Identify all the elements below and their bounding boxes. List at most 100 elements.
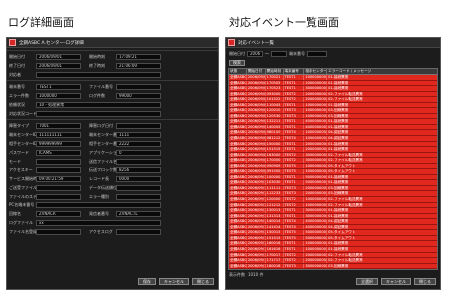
table-cell: TEST5: [284, 169, 305, 174]
filter-actions: 検索: [226, 59, 440, 68]
column-header[interactable]: 状態: [229, 69, 247, 74]
field-row: パスワード ICAMS アプリケーションID 0: [9, 149, 216, 157]
table-cell: 全鋼ASBC A: [230, 169, 247, 174]
field-value[interactable]: xx: [36, 220, 161, 227]
table-cell: 170021: [266, 75, 284, 80]
table-cell: 2006/09/08: [247, 152, 266, 158]
to-date-input[interactable]: [271, 50, 287, 57]
field-value[interactable]: 111111111: [36, 132, 81, 139]
field-value[interactable]: [36, 193, 81, 200]
field-value[interactable]: ZVNACR: [36, 211, 81, 218]
table-cell: 131313: [266, 213, 284, 219]
count-label: 表示件数: [229, 272, 245, 278]
field-label: サービス開始時刻: [9, 176, 41, 182]
field-value[interactable]: 2006/09/01: [36, 53, 81, 60]
table-cell: 全鋼ASBC A: [230, 108, 247, 113]
column-header[interactable]: 開始時刻: [266, 69, 284, 74]
field-value[interactable]: 0000: [116, 176, 161, 183]
field-label: エラー件数: [9, 93, 29, 99]
table-cell: TEST1: [284, 246, 305, 252]
field-value[interactable]: 17:09:21: [116, 53, 161, 60]
field-value[interactable]: 999999999: [36, 141, 81, 148]
column-header[interactable]: エラーコード / メッセージ: [327, 69, 437, 74]
table-cell: 全鋼ASBC A: [230, 158, 247, 163]
field-value[interactable]: TEST1: [36, 84, 81, 91]
from-date-input[interactable]: 2006: [247, 50, 263, 57]
field-value[interactable]: 8256: [116, 167, 161, 174]
field-value[interactable]: [36, 167, 81, 174]
field-value[interactable]: ZVNACTL: [116, 211, 161, 218]
column-header[interactable]: 端末番号: [284, 69, 305, 74]
table-cell: 2006/09/04: [247, 113, 266, 119]
field-value[interactable]: [116, 158, 161, 165]
table-row[interactable]: 全鋼ASBC A2006/09/18180018TEST330000000003…: [229, 263, 437, 270]
search-button[interactable]: 検索: [229, 59, 245, 66]
field-row: 障害タイプ T001 障害ログ日付: [9, 123, 216, 131]
terminal-filter-input[interactable]: [307, 50, 327, 57]
column-header[interactable]: 開始日付: [247, 69, 266, 74]
table-cell: 2006/09/05: [247, 124, 266, 130]
select-all-button[interactable]: 全選択: [356, 278, 378, 285]
table-cell: 100000000: [305, 202, 328, 208]
field-row: エラー件数 1000000 ログ件数 99000: [9, 92, 216, 100]
table-cell: 161616: [266, 246, 284, 252]
column-header[interactable]: 相手センター: [304, 69, 328, 74]
table-cell: 04-認証異常: [328, 224, 349, 229]
close-button[interactable]: 閉じる: [414, 278, 436, 285]
field-value[interactable]: [116, 184, 161, 191]
table-cell: 500000000: [305, 174, 328, 180]
cancel-button[interactable]: キャンセル: [159, 278, 189, 285]
table-cell: 01-接続異常: [328, 102, 349, 107]
field-value[interactable]: T001: [36, 123, 81, 130]
field-value[interactable]: [36, 202, 161, 209]
field-value[interactable]: 0: [116, 149, 161, 156]
table-cell: 全鋼ASBC A: [230, 141, 247, 147]
close-button[interactable]: 閉じる: [192, 278, 214, 285]
field-row: 相手センターID 999999999 相手センター番号 2222: [9, 140, 216, 148]
field-value[interactable]: [36, 110, 161, 117]
table-cell: 300000000: [305, 158, 328, 163]
table-cell: 2006/09/05: [247, 119, 266, 124]
field-value[interactable]: ICAMS: [36, 149, 81, 156]
table-cell: 全鋼ASBC A: [230, 136, 247, 141]
table-cell: 01-接続異常: [328, 75, 349, 79]
field-value[interactable]: [116, 228, 161, 235]
field-value[interactable]: [36, 228, 81, 235]
field-value[interactable]: [116, 123, 161, 130]
table-cell: 04-認証異常: [328, 136, 349, 141]
table-cell: 100000000: [305, 169, 328, 174]
table-cell: 300000000: [305, 208, 328, 213]
table-cell: 160016: [266, 241, 284, 246]
field-label: 開始日付: [9, 53, 25, 59]
table-cell: 02-ファイル転送異常: [328, 97, 363, 102]
field-value[interactable]: [116, 193, 161, 200]
field-value[interactable]: 99000: [116, 93, 161, 100]
table-cell: TEST2: [284, 91, 305, 97]
save-button[interactable]: 保存: [138, 278, 156, 285]
field-value[interactable]: 10 - 処理異常: [36, 101, 161, 108]
field-value[interactable]: 1000000: [36, 93, 81, 100]
table-cell: 100000000: [305, 197, 328, 202]
field-row: 端末番号 TEST1 ファイル番号: [9, 84, 216, 92]
table-cell: 100000000: [305, 75, 328, 80]
table-cell: TEST2: [284, 252, 305, 258]
field-value[interactable]: [36, 71, 161, 78]
cancel-button[interactable]: キャンセル: [381, 278, 411, 285]
field-value[interactable]: 2222: [116, 141, 161, 148]
field-value[interactable]: [116, 84, 161, 91]
table-cell: 091500: [266, 169, 284, 174]
field-value[interactable]: [36, 184, 81, 191]
field-row: 端末センターID 111111111 端末センター番号 1111: [9, 131, 216, 139]
table-cell: 2006/09/14: [247, 219, 266, 224]
table-cell: 02-ファイル転送異常: [328, 158, 363, 163]
field-value[interactable]: 1111: [116, 132, 161, 139]
table-cell: 全鋼ASBC A: [230, 252, 247, 258]
field-value[interactable]: [36, 158, 81, 165]
field-row: サービス開始時刻 09:00:21:59 レコード長 0000: [9, 175, 216, 183]
count-value: 1010 件: [248, 272, 264, 278]
field-value[interactable]: 2006/09/01: [36, 62, 81, 69]
table-cell: 081212: [266, 136, 284, 141]
table-cell: 2006/09/02: [247, 91, 266, 97]
field-value[interactable]: 21:06:09: [116, 62, 161, 69]
field-value[interactable]: 09:00:21:59: [36, 176, 81, 183]
